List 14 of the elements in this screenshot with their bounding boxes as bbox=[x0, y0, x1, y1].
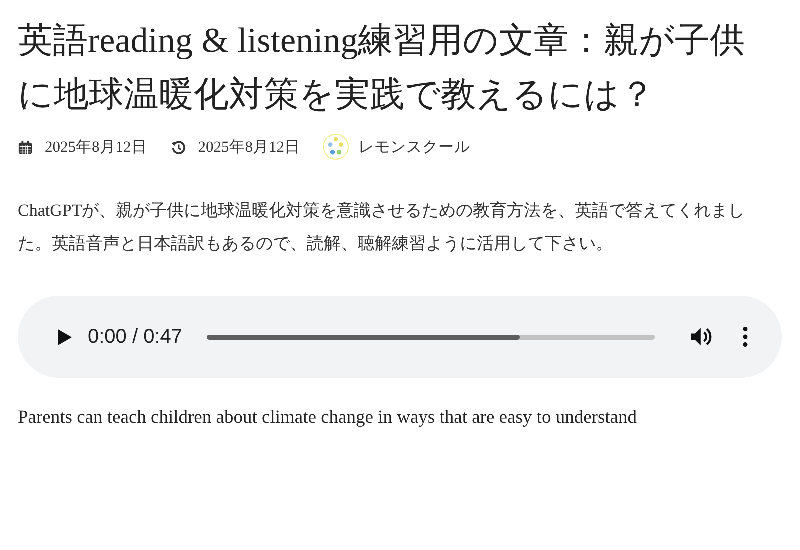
more-options-icon[interactable] bbox=[743, 327, 748, 347]
publish-date: 2025年8月12日 bbox=[45, 138, 148, 158]
volume-icon[interactable] bbox=[691, 327, 713, 347]
history-icon bbox=[171, 140, 186, 154]
intro-paragraph: ChatGPTが、親が子供に地球温暖化対策を意識させるための教育方法を、英語で答えてくれました。英語音声と日本語訳もあるので、読解、聴解練習ように活用して下さい。 bbox=[18, 200, 746, 255]
play-icon[interactable] bbox=[58, 328, 72, 346]
progress-track[interactable] bbox=[206, 334, 655, 340]
body-paragraph: Parents can teach children about climate change in ways that are easy to understand bbox=[18, 408, 638, 429]
article-title: 英語reading & listening練習用の文章：親が子供に地球温暖化対策を実践で教えるには？ bbox=[18, 20, 746, 116]
author-name[interactable]: レモンスクール bbox=[358, 136, 470, 158]
author-avatar bbox=[322, 134, 348, 160]
update-date: 2025年8月12日 bbox=[198, 138, 300, 158]
calendar-icon bbox=[18, 140, 33, 154]
audio-time: 0:00 / 0:47 bbox=[88, 326, 183, 348]
